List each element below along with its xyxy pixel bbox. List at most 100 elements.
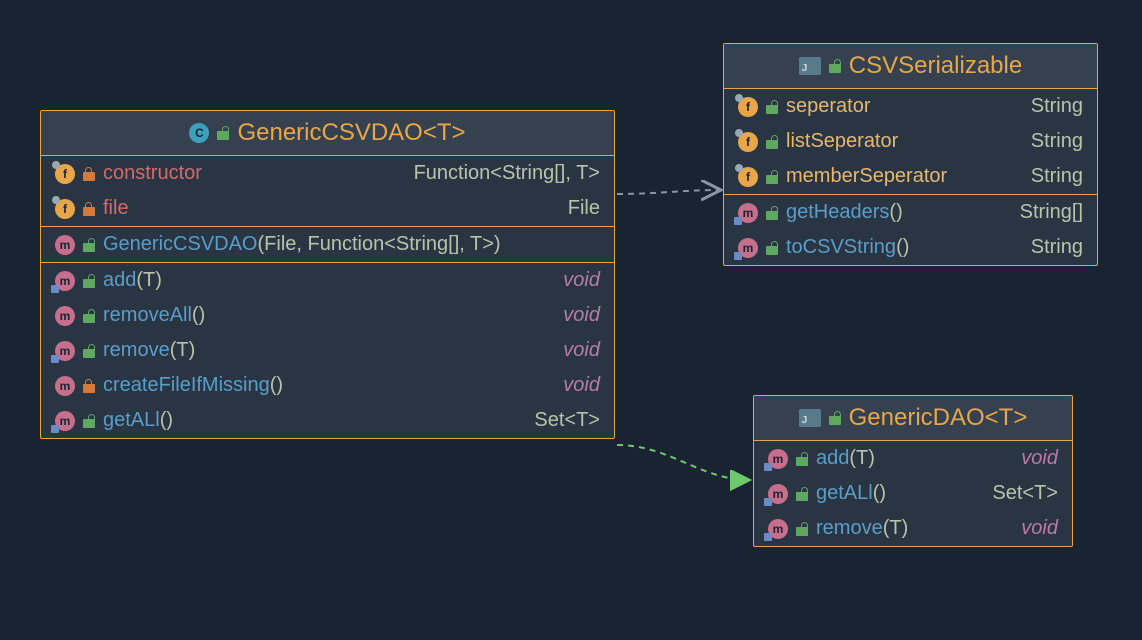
method-icon: m — [55, 271, 75, 291]
lock-icon — [766, 241, 778, 255]
constructor-name: GenericCSVDAO(File, Function<String[], T… — [103, 233, 501, 256]
field-name: file — [103, 197, 129, 220]
lock-icon — [796, 487, 808, 501]
method-return: void — [563, 269, 600, 292]
fields-section: f seperator String f listSeperator Strin… — [724, 89, 1097, 195]
lock-icon — [83, 344, 95, 358]
method-row: m add(T) void — [754, 441, 1072, 476]
method-name: getALl() — [103, 409, 173, 432]
method-name: getALl() — [816, 482, 886, 505]
lock-icon — [796, 522, 808, 536]
method-return: String — [1031, 236, 1083, 259]
method-return: void — [563, 304, 600, 327]
field-type: Function<String[], T> — [414, 162, 600, 185]
fields-section: f constructor Function<String[], T> f fi… — [41, 156, 614, 227]
constructors-section: m GenericCSVDAO(File, Function<String[],… — [41, 227, 614, 263]
class-title: GenericCSVDAO<T> — [237, 119, 465, 147]
lock-icon — [83, 309, 95, 323]
lock-icon — [83, 274, 95, 288]
method-row: m remove(T) void — [754, 511, 1072, 546]
method-name: toCSVString() — [786, 236, 909, 259]
class-csv-serializable: J CSVSerializable f seperator String f l… — [723, 43, 1098, 266]
lock-icon — [766, 206, 778, 220]
method-name: add(T) — [816, 447, 875, 470]
field-row: f memberSeperator String — [724, 159, 1097, 194]
method-row: m add(T) void — [41, 263, 614, 298]
lock-icon — [766, 170, 778, 184]
lock-icon — [83, 202, 95, 216]
methods-section: m add(T) void m getALl() Set<T> m remove… — [754, 441, 1072, 546]
field-icon: f — [738, 167, 758, 187]
class-header: J GenericDAO<T> — [754, 396, 1072, 441]
method-icon: m — [768, 484, 788, 504]
method-return: void — [563, 374, 600, 397]
field-row: f constructor Function<String[], T> — [41, 156, 614, 191]
constructor-row: m GenericCSVDAO(File, Function<String[],… — [41, 227, 614, 262]
class-generic-csv-dao: C GenericCSVDAO<T> f constructor Functio… — [40, 110, 615, 439]
field-row: f seperator String — [724, 89, 1097, 124]
field-type: String — [1031, 165, 1083, 188]
method-icon: m — [738, 203, 758, 223]
interface-icon: J — [799, 57, 821, 75]
method-return: void — [1021, 447, 1058, 470]
method-icon: m — [55, 411, 75, 431]
method-name: createFileIfMissing() — [103, 374, 283, 397]
implements-arrow — [617, 445, 750, 480]
class-header: C GenericCSVDAO<T> — [41, 111, 614, 156]
class-title: GenericDAO<T> — [849, 404, 1028, 432]
field-icon: f — [55, 164, 75, 184]
field-icon: f — [738, 132, 758, 152]
method-row: m getALl() Set<T> — [754, 476, 1072, 511]
class-title: CSVSerializable — [849, 52, 1022, 80]
lock-icon — [83, 414, 95, 428]
methods-section: m add(T) void m removeAll() void m remov… — [41, 263, 614, 438]
method-return: Set<T> — [992, 482, 1058, 505]
method-icon: m — [55, 306, 75, 326]
method-row: m getHeaders() String[] — [724, 195, 1097, 230]
lock-icon — [796, 452, 808, 466]
method-row: m removeAll() void — [41, 298, 614, 333]
field-name: listSeperator — [786, 130, 898, 153]
method-icon: m — [768, 449, 788, 469]
method-return: void — [563, 339, 600, 362]
lock-icon — [829, 411, 841, 425]
method-icon: m — [768, 519, 788, 539]
method-row: m createFileIfMissing() void — [41, 368, 614, 403]
method-name: add(T) — [103, 269, 162, 292]
method-row: m getALl() Set<T> — [41, 403, 614, 438]
method-icon: m — [55, 341, 75, 361]
lock-icon — [766, 100, 778, 114]
field-name: constructor — [103, 162, 202, 185]
methods-section: m getHeaders() String[] m toCSVString() … — [724, 195, 1097, 265]
class-generic-dao: J GenericDAO<T> m add(T) void m getALl()… — [753, 395, 1073, 547]
field-name: seperator — [786, 95, 871, 118]
field-row: f listSeperator String — [724, 124, 1097, 159]
field-type: String — [1031, 95, 1083, 118]
lock-icon — [83, 238, 95, 252]
class-header: J CSVSerializable — [724, 44, 1097, 89]
lock-icon — [83, 379, 95, 393]
field-icon: f — [738, 97, 758, 117]
lock-icon — [217, 126, 229, 140]
method-icon: m — [55, 235, 75, 255]
method-name: remove(T) — [103, 339, 195, 362]
field-row: f file File — [41, 191, 614, 226]
class-icon: C — [189, 123, 209, 143]
method-row: m remove(T) void — [41, 333, 614, 368]
lock-icon — [829, 59, 841, 73]
method-name: removeAll() — [103, 304, 205, 327]
uses-arrow — [617, 190, 721, 194]
field-icon: f — [55, 199, 75, 219]
method-name: remove(T) — [816, 517, 908, 540]
method-return: String[] — [1020, 201, 1083, 224]
field-name: memberSeperator — [786, 165, 947, 188]
interface-icon: J — [799, 409, 821, 427]
method-row: m toCSVString() String — [724, 230, 1097, 265]
method-return: Set<T> — [534, 409, 600, 432]
lock-icon — [766, 135, 778, 149]
method-name: getHeaders() — [786, 201, 903, 224]
method-icon: m — [738, 238, 758, 258]
method-icon: m — [55, 376, 75, 396]
field-type: File — [568, 197, 600, 220]
field-type: String — [1031, 130, 1083, 153]
